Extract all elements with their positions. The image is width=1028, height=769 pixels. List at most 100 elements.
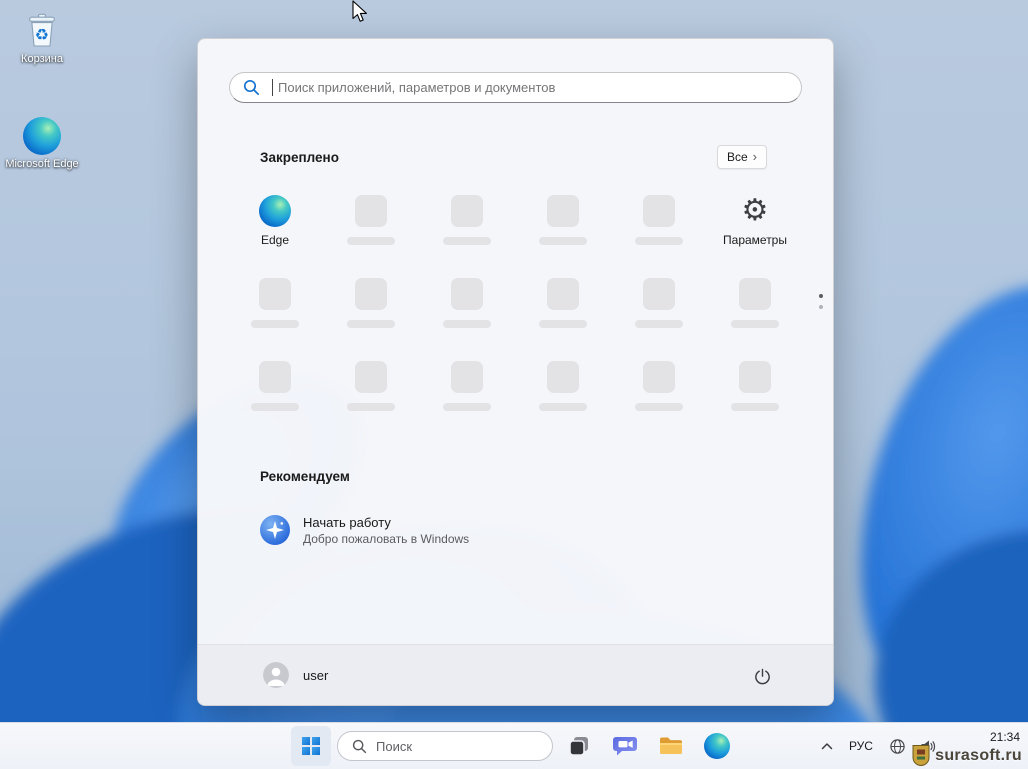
watermark-logo-icon: [912, 745, 930, 767]
edge-button[interactable]: [697, 726, 737, 766]
placeholder-label-bar: [635, 403, 683, 411]
edge-icon: [704, 733, 730, 759]
desktop-icon-recycle-bin[interactable]: ♻ Корзина: [3, 10, 81, 66]
pinned-app-placeholder[interactable]: [611, 357, 707, 429]
placeholder-tile: [739, 278, 771, 310]
pinned-app-label: Параметры: [723, 233, 787, 247]
network-globe-icon: [890, 738, 905, 754]
placeholder-tile: [547, 361, 579, 393]
chat-button[interactable]: [605, 726, 645, 766]
text-caret: [272, 79, 273, 96]
watermark-text: surasoft.ru: [935, 746, 1022, 764]
search-icon: [352, 739, 367, 753]
pinned-app-placeholder[interactable]: [515, 274, 611, 346]
start-button[interactable]: [291, 726, 331, 766]
pinned-pager-dots[interactable]: [819, 294, 823, 309]
placeholder-label-bar: [539, 237, 587, 245]
recommended-item-text: Начать работу Добро пожаловать в Windows: [303, 515, 469, 546]
pinned-app-placeholder[interactable]: [707, 357, 803, 429]
all-apps-button[interactable]: Все ›: [716, 145, 767, 169]
placeholder-label-bar: [443, 320, 491, 328]
placeholder-tile: [739, 361, 771, 393]
file-explorer-icon: [660, 737, 682, 754]
pinned-app-placeholder[interactable]: [419, 357, 515, 429]
pinned-app-placeholder[interactable]: [611, 191, 707, 263]
placeholder-tile: [355, 361, 387, 393]
placeholder-tile: [355, 278, 387, 310]
clock[interactable]: 21:34: [990, 730, 1020, 744]
chat-icon: [613, 737, 637, 756]
pinned-app-placeholder[interactable]: [611, 274, 707, 346]
pinned-grid: Edge ⚙ Параметры: [227, 191, 805, 429]
pinned-title: Закреплено: [260, 149, 339, 165]
taskbar-search[interactable]: Поиск: [337, 731, 553, 761]
placeholder-tile: [643, 195, 675, 227]
placeholder-tile: [643, 361, 675, 393]
desktop: ♻ Корзина Microsoft Edge Закреплено Все …: [0, 0, 1028, 769]
start-menu: Закреплено Все › Edge ⚙ Параметры Рекоменд…: [197, 38, 834, 706]
placeholder-label-bar: [539, 320, 587, 328]
recommended-item-get-started[interactable]: Начать работу Добро пожаловать в Windows: [236, 507, 795, 553]
placeholder-label-bar: [731, 320, 779, 328]
search-icon: [243, 79, 260, 96]
pinned-app-placeholder[interactable]: [515, 357, 611, 429]
power-icon: [754, 668, 770, 684]
taskbar: Поиск РУС 21:34: [0, 722, 1028, 769]
placeholder-tile: [355, 195, 387, 227]
recycle-bin-icon: ♻: [29, 13, 55, 47]
placeholder-tile: [547, 278, 579, 310]
placeholder-tile: [259, 278, 291, 310]
start-search-input[interactable]: [229, 72, 802, 103]
taskbar-search-placeholder: Поиск: [376, 738, 413, 754]
placeholder-label-bar: [731, 403, 779, 411]
pinned-app-placeholder[interactable]: [323, 274, 419, 346]
user-avatar: [263, 662, 289, 688]
watermark: surasoft.ru: [911, 744, 1022, 767]
pinned-app-placeholder[interactable]: [419, 274, 515, 346]
placeholder-label-bar: [251, 320, 299, 328]
user-profile-button[interactable]: user: [251, 658, 340, 692]
placeholder-tile: [451, 361, 483, 393]
pinned-app-placeholder[interactable]: [707, 274, 803, 346]
pinned-app-settings[interactable]: ⚙ Параметры: [707, 191, 803, 263]
power-button[interactable]: [746, 660, 778, 692]
placeholder-tile: [259, 361, 291, 393]
pinned-app-placeholder[interactable]: [323, 357, 419, 429]
pinned-app-placeholder[interactable]: [419, 191, 515, 263]
pinned-section-header: Закреплено Все ›: [260, 145, 767, 169]
pinned-app-placeholder[interactable]: [323, 191, 419, 263]
start-menu-search: [229, 72, 802, 103]
desktop-icon-label: Microsoft Edge: [5, 158, 79, 170]
mouse-cursor: [352, 0, 367, 22]
desktop-icon-edge[interactable]: Microsoft Edge: [3, 117, 81, 171]
placeholder-label-bar: [635, 237, 683, 245]
task-view-icon: [569, 737, 588, 756]
recycle-symbol: ♻: [35, 25, 49, 44]
user-name: user: [303, 667, 329, 683]
placeholder-label-bar: [443, 237, 491, 245]
pinned-app-placeholder[interactable]: [515, 191, 611, 263]
task-view-button[interactable]: [559, 726, 599, 766]
placeholder-label-bar: [347, 320, 395, 328]
windows-logo-icon: [302, 737, 320, 755]
get-started-icon: [260, 515, 290, 545]
pager-dot[interactable]: [819, 305, 823, 309]
pinned-app-placeholder[interactable]: [227, 274, 323, 346]
placeholder-tile: [451, 278, 483, 310]
settings-gear-icon: ⚙: [741, 193, 769, 228]
placeholder-label-bar: [539, 403, 587, 411]
language-indicator[interactable]: РУС: [840, 733, 882, 759]
placeholder-tile: [643, 278, 675, 310]
pager-dot-active[interactable]: [819, 294, 823, 298]
edge-icon: [259, 195, 291, 227]
pinned-app-edge[interactable]: Edge: [227, 191, 323, 263]
file-explorer-button[interactable]: [651, 726, 691, 766]
recommended-item-title: Начать работу: [303, 514, 391, 530]
placeholder-tile: [451, 195, 483, 227]
all-apps-label: Все: [726, 150, 748, 164]
tray-overflow-button[interactable]: [814, 735, 840, 758]
recommended-title: Рекомендуем: [260, 469, 350, 484]
pinned-app-placeholder[interactable]: [227, 357, 323, 429]
placeholder-label-bar: [635, 320, 683, 328]
network-button[interactable]: [882, 731, 913, 762]
